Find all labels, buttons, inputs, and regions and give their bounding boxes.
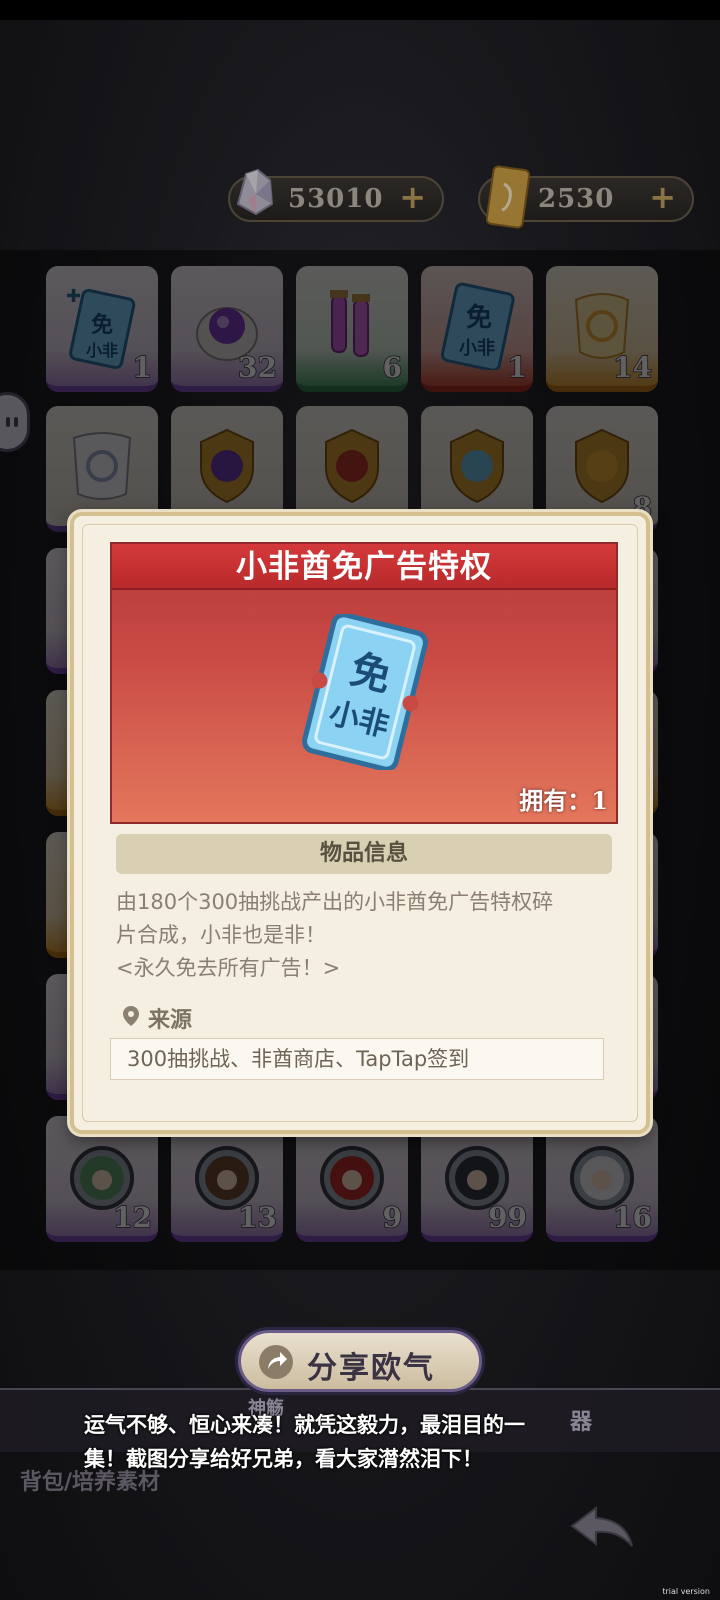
share-luck-button[interactable]: 分享欧气 <box>238 1330 482 1392</box>
watermark: trial version <box>662 1587 710 1596</box>
description-line: <永久免去所有广告！> <box>116 956 341 980</box>
description-line: 由180个300抽挑战产出的小非酋免广告特权碎 <box>116 890 554 914</box>
caption-line: 集！截图分享给好兄弟，看大家潸然泪下！ <box>84 1447 483 1471</box>
location-pin-icon <box>123 1006 139 1026</box>
caption-line: 运气不够、恒心来凑！就凭这毅力，最泪目的一 <box>84 1413 525 1437</box>
item-description: 由180个300抽挑战产出的小非酋免广告特权碎 片合成，小非也是非！ <永久免去… <box>116 886 612 985</box>
item-info-header: 物品信息 <box>116 834 612 874</box>
ad-free-ticket-icon: 免 小非 <box>302 614 428 770</box>
share-caption: 运气不够、恒心来凑！就凭这毅力，最泪目的一 集！截图分享给好兄弟，看大家潸然泪下… <box>84 1408 644 1476</box>
share-arrow-icon <box>259 1345 293 1379</box>
source-label-text: 来源 <box>148 1008 193 1033</box>
game-screen: 53010 + 2530 + 免 小非 ✚ 1 32 6 免 小非 1 14 8… <box>0 0 720 1600</box>
item-title: 小非酋免广告特权 <box>112 544 616 590</box>
owned-count: 拥有：1 <box>519 786 608 815</box>
source-label: 来源 <box>122 1002 192 1034</box>
description-line: 片合成，小非也是非！ <box>116 923 326 947</box>
item-detail-popup[interactable]: 小非酋免广告特权 免 小非 拥有：1 物品信息 由180个300抽挑战产出的小非… <box>70 512 650 1134</box>
status-bar <box>0 0 720 20</box>
back-arrow-icon[interactable] <box>566 1500 642 1554</box>
source-value: 300抽挑战、非酋商店、TapTap签到 <box>110 1038 604 1080</box>
share-button-label: 分享欧气 <box>307 1351 435 1386</box>
item-banner: 小非酋免广告特权 免 小非 拥有：1 <box>110 542 618 824</box>
